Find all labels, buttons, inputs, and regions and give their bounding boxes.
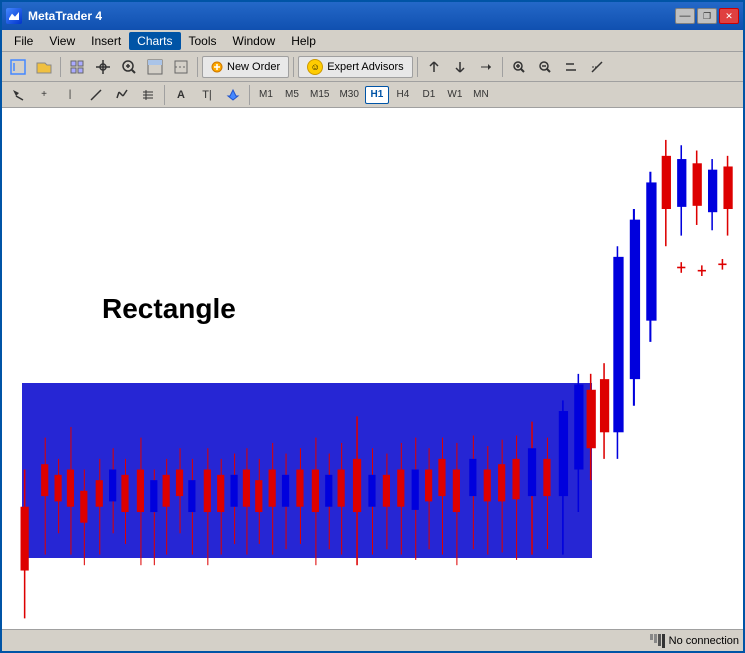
crosshair-button[interactable] <box>91 56 115 78</box>
menu-charts[interactable]: Charts <box>129 32 180 50</box>
separator-4 <box>417 57 418 77</box>
zoom-button[interactable] <box>117 56 141 78</box>
expert-icon: ☺ <box>307 59 323 75</box>
expert-advisors-button[interactable]: ☺ Expert Advisors <box>298 56 412 78</box>
tf-h1[interactable]: H1 <box>365 86 389 104</box>
zoom-out-button[interactable] <box>533 56 557 78</box>
autoscroll-button[interactable] <box>559 56 583 78</box>
menu-window[interactable]: Window <box>225 32 284 50</box>
color-tool[interactable] <box>221 84 245 106</box>
new-order-label: New Order <box>227 61 280 73</box>
tf-h4[interactable]: H4 <box>391 86 415 104</box>
template-button[interactable] <box>143 56 167 78</box>
chart-area[interactable]: Rectangle <box>2 108 743 629</box>
menu-file[interactable]: File <box>6 32 41 50</box>
menu-insert[interactable]: Insert <box>83 32 129 50</box>
textbox-tool[interactable]: T| <box>195 84 219 106</box>
menu-view[interactable]: View <box>41 32 83 50</box>
app-icon <box>6 8 22 24</box>
toolbar-main: New Order ☺ Expert Advisors <box>2 52 743 82</box>
menu-tools[interactable]: Tools <box>181 32 225 50</box>
main-window: MetaTrader 4 — ❐ ✕ File View Insert Char… <box>0 0 745 653</box>
candlestick-chart <box>2 108 743 629</box>
new-order-button[interactable]: New Order <box>202 56 289 78</box>
minimize-button[interactable]: — <box>675 8 695 24</box>
tf-w1[interactable]: W1 <box>443 86 467 104</box>
separator-draw <box>164 85 165 105</box>
tf-mn[interactable]: MN <box>469 86 493 104</box>
line-tool[interactable]: | <box>58 84 82 106</box>
chart-shift-button[interactable] <box>474 56 498 78</box>
text-tool[interactable]: A <box>169 84 193 106</box>
buy-button[interactable] <box>422 56 446 78</box>
grid-tool[interactable] <box>136 84 160 106</box>
status-bar: No connection <box>2 629 743 651</box>
tf-d1[interactable]: D1 <box>417 86 441 104</box>
menu-bar: File View Insert Charts Tools Window Hel… <box>2 30 743 52</box>
diagonal-tool[interactable] <box>84 84 108 106</box>
window-controls: — ❐ ✕ <box>675 8 739 24</box>
toolbar-drawing: + | A T| M1 M5 M15 M30 H1 H4 D1 W1 MN <box>2 82 743 108</box>
new-chart-button[interactable] <box>6 56 30 78</box>
title-bar: MetaTrader 4 — ❐ ✕ <box>2 2 743 30</box>
connection-icon <box>650 634 665 648</box>
cycle-tool[interactable] <box>110 84 134 106</box>
tf-m1[interactable]: M1 <box>254 86 278 104</box>
separator-5 <box>502 57 503 77</box>
separator-1 <box>60 57 61 77</box>
window-title: MetaTrader 4 <box>28 9 102 23</box>
separator-2 <box>197 57 198 77</box>
zoom-in-button[interactable] <box>507 56 531 78</box>
title-bar-left: MetaTrader 4 <box>6 8 102 24</box>
menu-help[interactable]: Help <box>283 32 324 50</box>
status-right: No connection <box>650 634 739 648</box>
expert-advisors-label: Expert Advisors <box>327 61 403 73</box>
close-button[interactable]: ✕ <box>719 8 739 24</box>
separator-tf <box>249 85 250 105</box>
open-button[interactable] <box>32 56 56 78</box>
profiles-button[interactable] <box>65 56 89 78</box>
connection-status: No connection <box>669 635 739 647</box>
tf-m15[interactable]: M15 <box>306 86 333 104</box>
indicators-button[interactable] <box>585 56 609 78</box>
tf-m30[interactable]: M30 <box>335 86 362 104</box>
restore-button[interactable]: ❐ <box>697 8 717 24</box>
arrow-tool[interactable] <box>6 84 30 106</box>
period-sep-button[interactable] <box>169 56 193 78</box>
sell-button[interactable] <box>448 56 472 78</box>
tf-m5[interactable]: M5 <box>280 86 304 104</box>
crosshair-tool[interactable]: + <box>32 84 56 106</box>
separator-3 <box>293 57 294 77</box>
